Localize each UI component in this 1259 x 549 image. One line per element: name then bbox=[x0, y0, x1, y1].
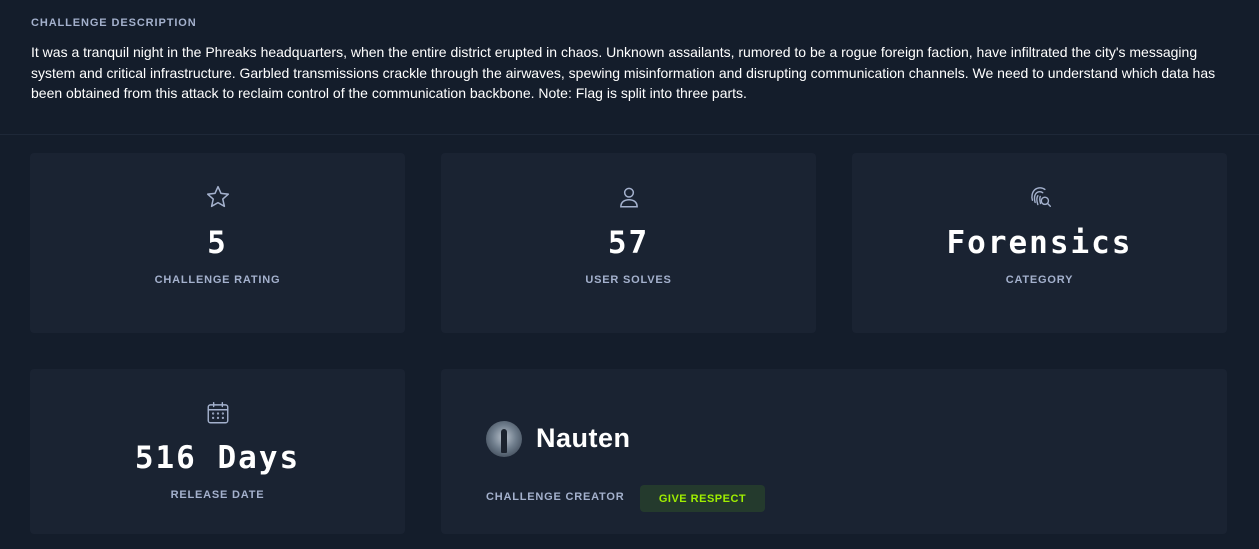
creator-avatar[interactable] bbox=[486, 421, 522, 457]
fingerprint-search-icon bbox=[1027, 184, 1053, 210]
avatar-figure-icon bbox=[501, 429, 507, 453]
challenge-creator-card: Nauten CHALLENGE CREATOR GIVE RESPECT bbox=[441, 369, 1227, 534]
challenge-rating-card: 5 CHALLENGE RATING bbox=[30, 153, 405, 333]
calendar-icon bbox=[205, 400, 231, 426]
user-solves-card: 57 USER SOLVES bbox=[441, 153, 816, 333]
challenge-creator-label: CHALLENGE CREATOR bbox=[486, 491, 625, 503]
category-label: CATEGORY bbox=[1005, 274, 1074, 286]
release-date-value: 516 Days bbox=[134, 440, 301, 476]
challenge-description-text: It was a tranquil night in the Phreaks h… bbox=[31, 44, 1216, 101]
challenge-rating-label: CHALLENGE RATING bbox=[154, 274, 281, 286]
give-respect-button[interactable]: GIVE RESPECT bbox=[640, 485, 765, 512]
creator-name[interactable]: Nauten bbox=[536, 423, 631, 454]
user-icon bbox=[616, 184, 642, 210]
challenge-description-section: CHALLENGE DESCRIPTION It was a tranquil … bbox=[0, 0, 1259, 135]
release-date-label: RELEASE DATE bbox=[170, 489, 265, 501]
category-card: Forensics CATEGORY bbox=[852, 153, 1227, 333]
challenge-rating-value: 5 bbox=[207, 225, 228, 261]
user-solves-value: 57 bbox=[607, 225, 650, 261]
release-date-card: 516 Days RELEASE DATE bbox=[30, 369, 405, 534]
category-value: Forensics bbox=[946, 225, 1133, 261]
star-icon bbox=[205, 184, 231, 210]
challenge-description-heading: CHALLENGE DESCRIPTION bbox=[31, 17, 197, 29]
user-solves-label: USER SOLVES bbox=[585, 274, 672, 286]
